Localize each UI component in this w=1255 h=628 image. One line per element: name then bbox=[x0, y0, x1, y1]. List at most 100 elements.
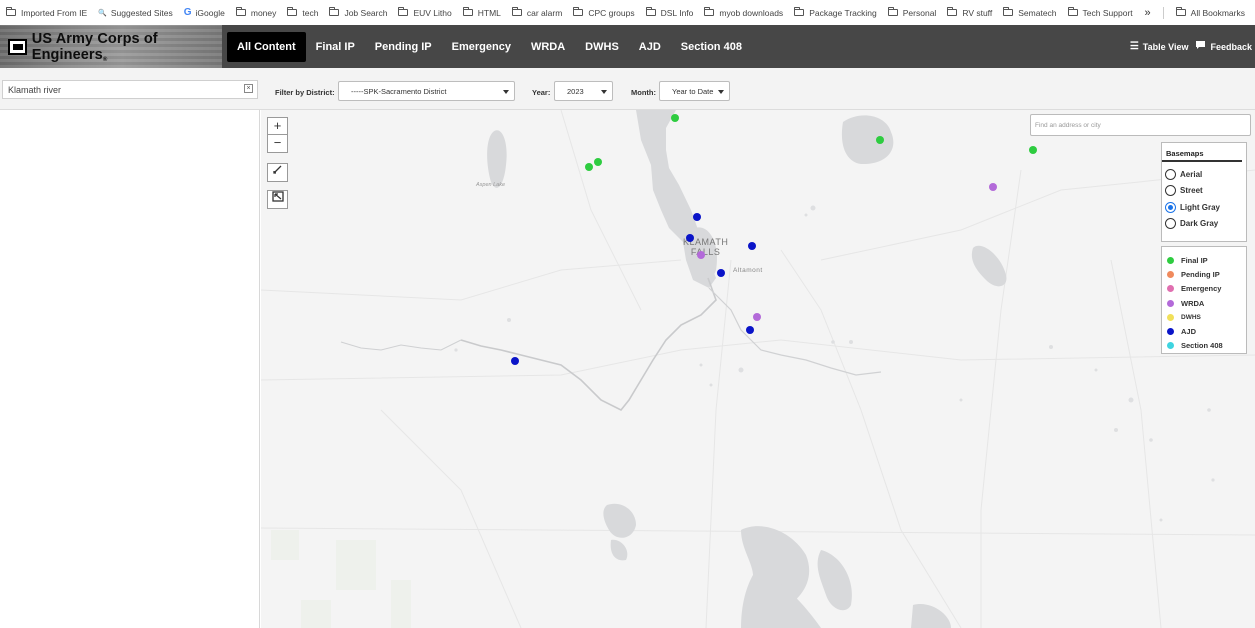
header-actions: ☰ Table View Feedback bbox=[1130, 25, 1255, 68]
zoom-in-button[interactable]: + bbox=[268, 118, 287, 135]
expand-icon bbox=[271, 191, 284, 202]
radio-button[interactable] bbox=[1165, 218, 1176, 230]
measure-tool-button[interactable] bbox=[267, 163, 288, 182]
tab-pending-ip[interactable]: Pending IP bbox=[365, 32, 442, 62]
basemap-option-aerial[interactable]: Aerial bbox=[1162, 166, 1246, 183]
map-marker[interactable] bbox=[746, 326, 754, 334]
map-view[interactable]: KLAMATH FALLS Altamont Aspen Lake + − Fin… bbox=[261, 110, 1255, 628]
tab-all-content[interactable]: All Content bbox=[227, 31, 306, 62]
clear-search-icon[interactable]: × bbox=[244, 84, 253, 93]
legend-label: Pending IP bbox=[1181, 269, 1220, 279]
fullscreen-button[interactable] bbox=[267, 190, 288, 209]
map-marker[interactable] bbox=[989, 183, 997, 191]
bookmark-label: money bbox=[250, 7, 277, 18]
tab-final-ip[interactable]: Final IP bbox=[306, 32, 365, 62]
folder-icon bbox=[1003, 7, 1014, 16]
tab-dwhs[interactable]: DWHS bbox=[575, 32, 629, 62]
address-search-input[interactable]: Find an address or city bbox=[1030, 114, 1251, 136]
bookmark-label: EUV Litho bbox=[413, 7, 452, 18]
tab-emergency[interactable]: Emergency bbox=[442, 32, 521, 62]
legend-swatch bbox=[1167, 342, 1174, 350]
map-marker[interactable] bbox=[686, 234, 694, 242]
folder-icon bbox=[704, 7, 715, 16]
all-bookmarks-button[interactable]: All Bookmarks bbox=[1175, 7, 1245, 18]
map-marker[interactable] bbox=[693, 213, 701, 221]
all-bookmarks-label: All Bookmarks bbox=[1190, 7, 1245, 18]
legend-item: Pending IP bbox=[1162, 267, 1246, 281]
lake-label: Aspen Lake bbox=[476, 182, 506, 188]
map-marker[interactable] bbox=[585, 163, 593, 171]
month-select[interactable]: Year to Date bbox=[659, 81, 730, 101]
basemap-option-street[interactable]: Street bbox=[1162, 183, 1246, 200]
basemaps-title: Basemaps bbox=[1162, 143, 1242, 162]
legend-label: WRDA bbox=[1181, 298, 1205, 308]
site-header: US Army Corps of Engineers® All Content F… bbox=[0, 25, 1255, 68]
bookmark-item[interactable]: Personal bbox=[887, 7, 937, 18]
basemap-layer bbox=[261, 110, 1255, 628]
map-marker[interactable] bbox=[876, 136, 884, 144]
map-marker[interactable] bbox=[671, 114, 679, 122]
basemap-option-light-gray[interactable]: Light Gray bbox=[1162, 199, 1246, 216]
zoom-out-button[interactable]: − bbox=[268, 135, 287, 152]
basemap-label: Aerial bbox=[1180, 169, 1203, 179]
radio-button[interactable] bbox=[1165, 185, 1176, 197]
radio-button[interactable] bbox=[1165, 201, 1176, 213]
map-marker[interactable] bbox=[717, 269, 725, 277]
bookmark-label: Personal bbox=[902, 7, 937, 18]
legend-item: AJD bbox=[1162, 324, 1246, 338]
bookmark-label: HTML bbox=[477, 7, 501, 18]
map-marker[interactable] bbox=[1029, 146, 1037, 154]
basemap-option-dark-gray[interactable]: Dark Gray bbox=[1162, 216, 1246, 233]
bookmark-item[interactable]: RV stuff bbox=[947, 7, 992, 18]
ruler-icon bbox=[273, 165, 282, 174]
folder-icon bbox=[1175, 7, 1186, 16]
legend-swatch bbox=[1167, 270, 1174, 278]
district-select[interactable]: -----SPK-Sacramento District bbox=[338, 81, 515, 101]
radio-button[interactable] bbox=[1165, 168, 1176, 180]
month-filter-label: Month: bbox=[631, 88, 656, 97]
list-icon: ☰ bbox=[1129, 41, 1139, 52]
town-label-altamont: Altamont bbox=[733, 267, 763, 274]
map-marker[interactable] bbox=[748, 242, 756, 250]
tab-section-408[interactable]: Section 408 bbox=[671, 32, 752, 62]
bookmark-item[interactable]: Sematech bbox=[1003, 7, 1057, 18]
tab-ajd[interactable]: AJD bbox=[629, 32, 671, 62]
map-marker[interactable] bbox=[753, 313, 761, 321]
bookmarks-overflow-button[interactable]: » bbox=[1145, 7, 1151, 19]
bookmark-item[interactable]: DSL Info bbox=[645, 7, 693, 18]
folder-icon bbox=[1067, 7, 1078, 16]
tab-wrda[interactable]: WRDA bbox=[521, 32, 575, 62]
map-marker[interactable] bbox=[594, 158, 602, 166]
bookmark-item[interactable]: Package Tracking bbox=[794, 7, 877, 18]
legend-label: DWHS bbox=[1181, 313, 1201, 321]
bookmark-item[interactable]: 🔍 Suggested Sites bbox=[98, 8, 173, 18]
feedback-label: Feedback bbox=[1210, 41, 1252, 52]
bookmark-item[interactable]: tech bbox=[287, 7, 318, 18]
basemap-label: Dark Gray bbox=[1180, 219, 1219, 229]
map-marker[interactable] bbox=[511, 357, 519, 365]
year-select[interactable]: 2023 bbox=[554, 81, 613, 101]
map-marker[interactable] bbox=[697, 251, 705, 259]
bookmark-item[interactable]: Imported From IE bbox=[6, 7, 88, 18]
bookmark-label: Sematech bbox=[1018, 7, 1057, 18]
bookmark-item[interactable]: money bbox=[235, 7, 277, 18]
feedback-button[interactable]: Feedback bbox=[1195, 40, 1252, 53]
map-legend: Final IP Pending IP Emergency WRDA DWHS AJD Se… bbox=[1161, 246, 1247, 354]
district-select-value: -----SPK-Sacramento District bbox=[351, 86, 447, 96]
bookmark-item[interactable]: GiGoogle bbox=[184, 7, 225, 18]
usace-logo[interactable]: US Army Corps of Engineers® bbox=[0, 25, 222, 68]
bookmark-label: Imported From IE bbox=[21, 7, 88, 18]
bookmark-item[interactable]: HTML bbox=[462, 7, 501, 18]
bookmark-item[interactable]: car alarm bbox=[511, 7, 562, 18]
search-input[interactable]: Klamath river × bbox=[2, 80, 258, 99]
bookmark-item[interactable]: Job Search bbox=[329, 7, 388, 18]
table-view-button[interactable]: ☰ Table View bbox=[1130, 41, 1189, 52]
bookmark-item[interactable]: Tech Support bbox=[1067, 7, 1133, 18]
bookmark-item[interactable]: EUV Litho bbox=[398, 7, 452, 18]
bookmark-item[interactable]: CPC groups bbox=[573, 7, 635, 18]
legend-swatch bbox=[1167, 256, 1174, 264]
bookmark-label: Job Search bbox=[344, 7, 388, 18]
bookmark-label: Package Tracking bbox=[809, 7, 877, 18]
legend-item: WRDA bbox=[1162, 296, 1246, 310]
bookmark-item[interactable]: myob downloads bbox=[704, 7, 783, 18]
